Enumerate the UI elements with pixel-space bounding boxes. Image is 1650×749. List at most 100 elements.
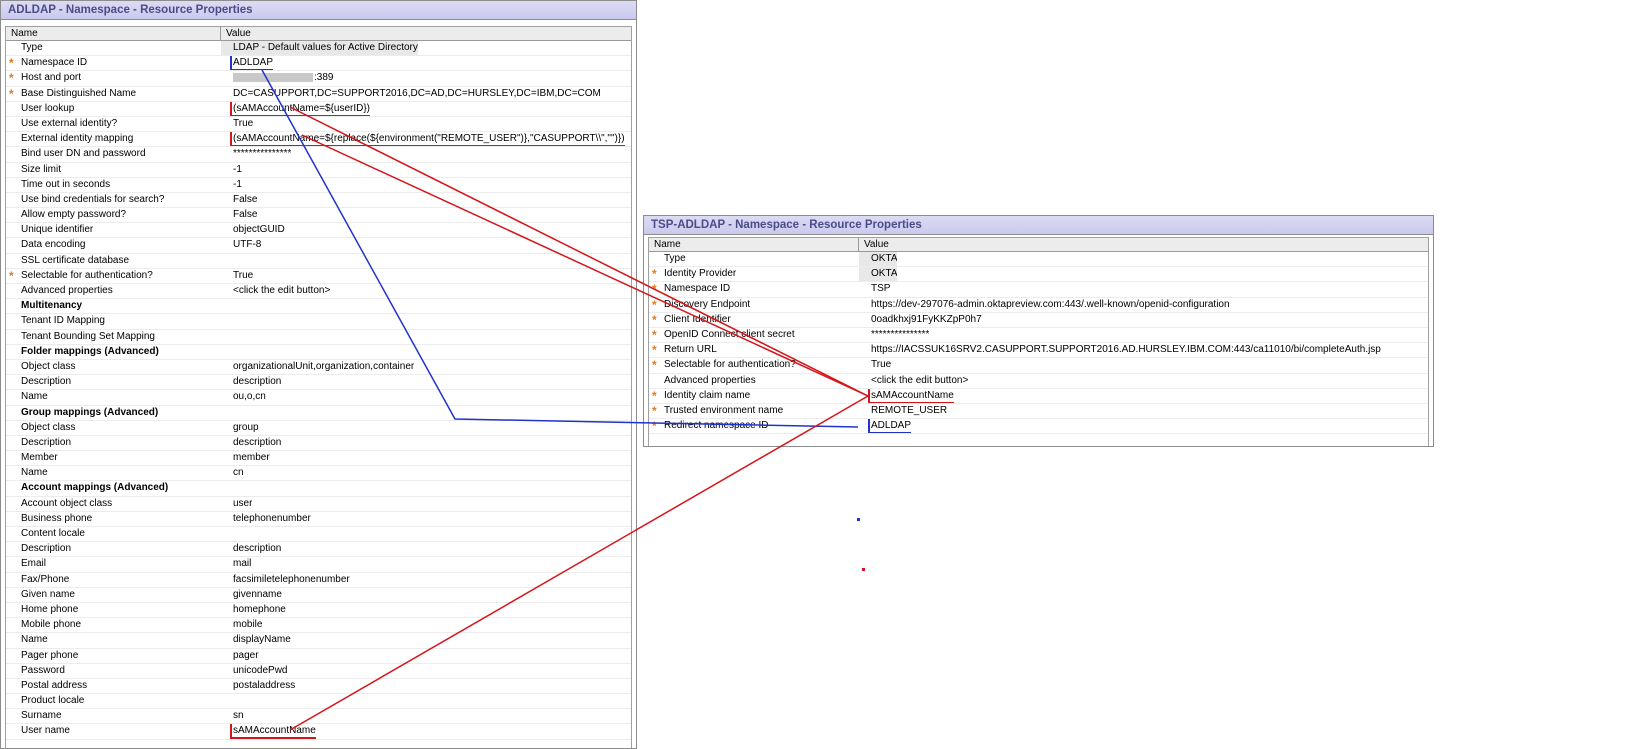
property-value[interactable]: pager bbox=[221, 649, 259, 663]
property-row[interactable]: Name cn bbox=[6, 466, 631, 482]
section-header-row[interactable]: Multitenancy bbox=[6, 299, 631, 315]
property-value[interactable] bbox=[221, 694, 233, 708]
property-value[interactable]: OKTA bbox=[859, 267, 898, 282]
property-row[interactable]: Surname sn bbox=[6, 709, 631, 725]
property-row[interactable]: Product locale bbox=[6, 694, 631, 710]
property-value[interactable] bbox=[221, 314, 233, 328]
column-header-name[interactable]: Name bbox=[649, 238, 859, 251]
property-row[interactable]: Unique identifier objectGUID bbox=[6, 223, 631, 239]
property-row[interactable]: Use bind credentials for search? False bbox=[6, 193, 631, 209]
property-row[interactable]: Description description bbox=[6, 542, 631, 558]
property-row[interactable]: * Trusted environment name REMOTE_USER bbox=[649, 404, 1428, 420]
property-row[interactable]: Use external identity? True bbox=[6, 117, 631, 133]
property-value[interactable]: organizationalUnit,organization,containe… bbox=[221, 360, 414, 374]
property-row[interactable]: * Client Identifier 0oadkhxj91FyKKZpP0h7 bbox=[649, 313, 1428, 328]
property-value[interactable]: telephonenumber bbox=[221, 512, 311, 526]
property-value[interactable]: TSP bbox=[859, 282, 890, 296]
property-value[interactable]: user bbox=[221, 497, 252, 511]
property-value[interactable]: member bbox=[221, 451, 270, 465]
property-row[interactable]: User name sAMAccountName bbox=[6, 724, 631, 740]
property-row[interactable]: Tenant ID Mapping bbox=[6, 314, 631, 330]
property-row[interactable]: * Identity claim name sAMAccountName bbox=[649, 388, 1428, 404]
property-row[interactable]: * Selectable for authentication? True bbox=[649, 358, 1428, 374]
property-row[interactable]: Description description bbox=[6, 375, 631, 391]
property-value[interactable]: (sAMAccountName=${userID}) bbox=[221, 101, 371, 116]
property-value[interactable]: description bbox=[221, 436, 281, 450]
property-row[interactable]: Account object class user bbox=[6, 497, 631, 512]
property-row[interactable]: Home phone homephone bbox=[6, 603, 631, 619]
property-value[interactable]: https://dev-297076-admin.oktapreview.com… bbox=[859, 298, 1230, 312]
property-value[interactable]: -1 bbox=[221, 178, 242, 192]
property-value[interactable]: description bbox=[221, 375, 281, 389]
property-value[interactable]: True bbox=[221, 269, 253, 283]
property-value[interactable]: :389 bbox=[221, 71, 333, 85]
property-row[interactable]: Given name givenname bbox=[6, 588, 631, 603]
property-value[interactable]: ADLDAP bbox=[221, 56, 274, 71]
property-value[interactable]: unicodePwd bbox=[221, 664, 287, 678]
property-value[interactable]: description bbox=[221, 542, 281, 556]
property-row[interactable]: * Discovery Endpoint https://dev-297076-ad… bbox=[649, 298, 1428, 313]
property-row[interactable]: Name displayName bbox=[6, 633, 631, 649]
property-value[interactable]: sn bbox=[221, 709, 244, 723]
property-value[interactable]: givenname bbox=[221, 588, 282, 602]
property-value[interactable]: mail bbox=[221, 557, 251, 571]
property-row[interactable]: Mobile phone mobile bbox=[6, 618, 631, 634]
property-value[interactable]: False bbox=[221, 208, 257, 222]
property-row[interactable]: Member member bbox=[6, 451, 631, 467]
property-row[interactable]: Object class organizationalUnit,organizat… bbox=[6, 360, 631, 376]
section-header-row[interactable]: Folder mappings (Advanced) bbox=[6, 345, 631, 360]
property-row[interactable]: Type OKTA bbox=[649, 252, 1428, 268]
property-value[interactable]: ou,o,cn bbox=[221, 390, 266, 404]
property-row[interactable]: Advanced properties <click the edit butto… bbox=[649, 374, 1428, 389]
property-value[interactable]: UTF-8 bbox=[221, 238, 261, 252]
section-header-row[interactable]: Group mappings (Advanced) bbox=[6, 406, 631, 421]
property-row[interactable]: Fax/Phone facsimiletelephonenumber bbox=[6, 573, 631, 588]
section-header-row[interactable]: Account mappings (Advanced) bbox=[6, 481, 631, 497]
property-value[interactable]: OKTA bbox=[859, 252, 898, 267]
property-row[interactable]: SSL certificate database bbox=[6, 254, 631, 269]
property-row[interactable]: Postal address postaladdress bbox=[6, 679, 631, 695]
property-row[interactable]: * OpenID Connect client secret ***********… bbox=[649, 328, 1428, 344]
property-value[interactable]: False bbox=[221, 193, 257, 207]
property-row[interactable]: * Selectable for authentication? True bbox=[6, 269, 631, 284]
property-row[interactable]: Email mail bbox=[6, 557, 631, 573]
property-row[interactable]: Bind user DN and password *************** bbox=[6, 147, 631, 163]
property-row[interactable]: * Host and port:389 bbox=[6, 71, 631, 87]
property-row[interactable]: Description description bbox=[6, 436, 631, 452]
property-value[interactable]: objectGUID bbox=[221, 223, 285, 237]
property-value[interactable]: <click the edit button> bbox=[859, 374, 968, 388]
property-row[interactable]: Allow empty password? False bbox=[6, 208, 631, 224]
property-value[interactable]: True bbox=[221, 117, 253, 131]
property-value[interactable]: mobile bbox=[221, 618, 262, 632]
property-row[interactable]: Name ou,o,cn bbox=[6, 390, 631, 406]
property-row[interactable]: * Namespace ID ADLDAP bbox=[6, 56, 631, 72]
property-value[interactable] bbox=[221, 330, 233, 344]
property-value[interactable]: cn bbox=[221, 466, 244, 480]
column-header-name[interactable]: Name bbox=[6, 27, 221, 40]
property-value[interactable]: ADLDAP bbox=[859, 419, 912, 434]
property-value[interactable]: -1 bbox=[221, 163, 242, 177]
property-row[interactable]: Time out in seconds -1 bbox=[6, 178, 631, 193]
property-value[interactable]: facsimiletelephonenumber bbox=[221, 573, 350, 587]
property-row[interactable]: Object class group bbox=[6, 421, 631, 436]
property-value[interactable]: *************** bbox=[221, 147, 291, 161]
property-row[interactable]: Size limit -1 bbox=[6, 163, 631, 178]
property-value[interactable]: (sAMAccountName=${replace(${environment(… bbox=[221, 132, 625, 147]
property-value[interactable]: 0oadkhxj91FyKKZpP0h7 bbox=[859, 313, 982, 327]
property-row[interactable]: Tenant Bounding Set Mapping bbox=[6, 330, 631, 345]
property-value[interactable]: True bbox=[859, 358, 891, 372]
property-row[interactable]: * Return URL https://IACSSUK16SRV2.CASUPPO… bbox=[649, 343, 1428, 359]
property-row[interactable]: Type LDAP - Default values for Active Dir… bbox=[6, 41, 631, 57]
property-value[interactable]: sAMAccountName bbox=[221, 724, 316, 739]
property-value[interactable]: displayName bbox=[221, 633, 291, 647]
property-value[interactable] bbox=[221, 254, 233, 268]
property-row[interactable]: * Redirect namespace ID ADLDAP bbox=[649, 419, 1428, 435]
property-value[interactable]: *************** bbox=[859, 328, 929, 342]
property-value[interactable]: REMOTE_USER bbox=[859, 404, 947, 418]
property-value[interactable]: sAMAccountName bbox=[859, 388, 954, 403]
property-row[interactable]: Business phone telephonenumber bbox=[6, 512, 631, 527]
property-row[interactable]: Password unicodePwd bbox=[6, 664, 631, 679]
property-row[interactable]: External identity mapping (sAMAccountName… bbox=[6, 132, 631, 148]
column-header-value[interactable]: Value bbox=[221, 27, 251, 40]
property-row[interactable]: * Base Distinguished Name DC=CASUPPORT,DC=… bbox=[6, 87, 631, 102]
